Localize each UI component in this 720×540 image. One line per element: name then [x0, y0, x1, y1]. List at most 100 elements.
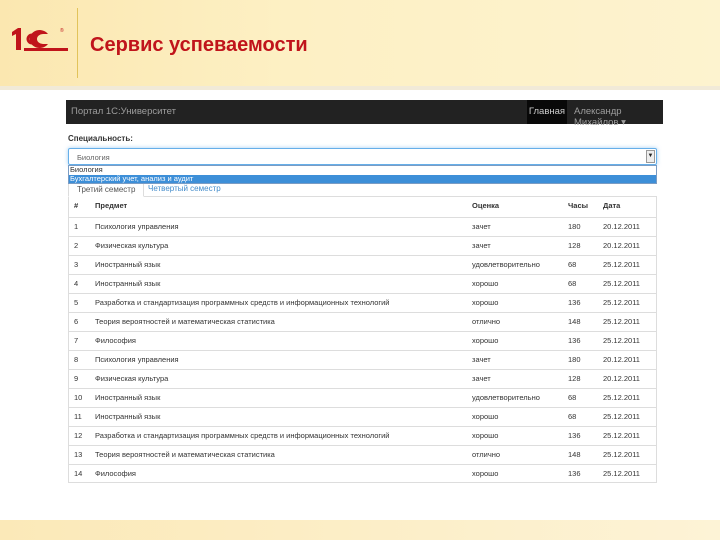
table-row: 6 Теория вероятностей и математическая ст… — [69, 312, 656, 331]
specialty-label: Специальность: — [68, 134, 133, 143]
table-row: 10 Иностранный язык удовлетворительно 68 25.… — [69, 388, 656, 407]
svg-text:®: ® — [60, 27, 64, 34]
cell-subject: Физическая культура — [95, 374, 169, 383]
cell-number: 10 — [74, 393, 83, 402]
header-subject[interactable]: Предмет — [95, 197, 127, 215]
cell-subject: Разработка и стандартизация программных … — [95, 298, 390, 307]
specialty-selected-value: Биология — [77, 153, 110, 162]
navbar: Портал 1С:Университет Главная Александр … — [66, 100, 663, 128]
cell-subject: Иностранный язык — [95, 412, 161, 421]
cell-grade: хорошо — [472, 279, 499, 288]
cell-date: 20.12.2011 — [603, 374, 640, 383]
header-grade[interactable]: Оценка — [472, 197, 499, 215]
cell-grade: зачет — [472, 241, 491, 250]
nav-user-menu[interactable]: Александр Михайлов ▾ — [574, 106, 663, 128]
cell-date: 25.12.2011 — [603, 260, 640, 269]
cell-subject: Физическая культура — [95, 241, 169, 250]
cell-subject: Психология управления — [95, 355, 179, 364]
cell-grade: удовлетворительно — [472, 393, 540, 402]
cell-grade: отлично — [472, 450, 501, 459]
cell-date: 25.12.2011 — [603, 450, 640, 459]
table-row: 5 Разработка и стандартизация программных… — [69, 293, 656, 312]
cell-subject: Иностранный язык — [95, 260, 161, 269]
table-row: 12 Разработка и стандартизация программны… — [69, 426, 656, 445]
cell-grade: хорошо — [472, 431, 499, 440]
cell-grade: отлично — [472, 317, 501, 326]
cell-date: 25.12.2011 — [603, 431, 640, 440]
page-title: Сервис успеваемости — [90, 34, 308, 56]
cell-number: 7 — [74, 336, 79, 345]
dropdown-option-highlighted[interactable]: Бухгалтерский учет, анализ и аудит — [69, 174, 656, 183]
nav-home-link[interactable]: Главная — [527, 100, 567, 124]
header-number: # — [74, 201, 79, 210]
cell-hours: 136 — [568, 298, 581, 307]
cell-hours: 136 — [568, 469, 581, 478]
cell-hours: 68 — [568, 260, 577, 269]
cell-hours: 128 — [568, 241, 581, 250]
cell-hours: 180 — [568, 355, 581, 364]
chevron-down-icon[interactable]: ▼ — [646, 150, 655, 163]
cell-number: 6 — [74, 317, 79, 326]
table-row: 14 Философия хорошо 136 25.12.2011 — [69, 464, 656, 483]
cell-hours: 148 — [568, 317, 581, 326]
table-row: 8 Психология управления зачет 180 20.12.2011 — [69, 350, 656, 369]
specialty-select[interactable]: Биология ▼ — [68, 148, 657, 165]
cell-number: 5 — [74, 298, 79, 307]
cell-number: 8 — [74, 355, 79, 364]
table-row: 1 Психология управления зачет 180 20.12.2011 — [69, 217, 656, 236]
cell-date: 25.12.2011 — [603, 317, 640, 326]
cell-hours: 128 — [568, 374, 581, 383]
cell-subject: Иностранный язык — [95, 393, 161, 402]
cell-hours: 136 — [568, 431, 581, 440]
cell-subject: Иностранный язык — [95, 279, 161, 288]
cell-grade: хорошо — [472, 412, 499, 421]
cell-hours: 68 — [568, 393, 577, 402]
cell-grade: удовлетворительно — [472, 260, 540, 269]
header-divider — [0, 86, 720, 90]
nav-brand[interactable]: Портал 1С:Университет — [71, 106, 176, 117]
cell-date: 25.12.2011 — [603, 393, 640, 402]
cell-date: 25.12.2011 — [603, 412, 640, 421]
cell-hours: 180 — [568, 222, 581, 231]
specialty-dropdown-list: Биология Бухгалтерский учет, анализ и ау… — [68, 165, 657, 184]
cell-grade: хорошо — [472, 336, 499, 345]
cell-number: 12 — [74, 431, 83, 440]
table-row: 9 Физическая культура зачет 128 20.12.2011 — [69, 369, 656, 388]
table-row: 7 Философия хорошо 136 25.12.2011 — [69, 331, 656, 350]
cell-date: 25.12.2011 — [603, 469, 640, 478]
cell-subject: Разработка и стандартизация программных … — [95, 431, 390, 440]
grades-table: # Предмет Оценка Часы Дата 1 Психология у… — [68, 197, 657, 483]
cell-subject: Теория вероятностей и математическая ста… — [95, 450, 275, 459]
cell-grade: хорошо — [472, 298, 499, 307]
header-date[interactable]: Дата — [603, 197, 620, 215]
cell-number: 14 — [74, 469, 83, 478]
header-hours[interactable]: Часы — [568, 197, 588, 215]
cell-hours: 68 — [568, 412, 577, 421]
cell-number: 1 — [74, 222, 79, 231]
cell-subject: Философия — [95, 336, 136, 345]
cell-number: 3 — [74, 260, 79, 269]
cell-date: 25.12.2011 — [603, 336, 640, 345]
cell-number: 13 — [74, 450, 83, 459]
cell-number: 9 — [74, 374, 79, 383]
header-separator — [77, 8, 78, 78]
table-row: 2 Физическая культура зачет 128 20.12.2011 — [69, 236, 656, 255]
cell-date: 20.12.2011 — [603, 222, 640, 231]
cell-number: 2 — [74, 241, 79, 250]
cell-grade: зачет — [472, 222, 491, 231]
cell-number: 11 — [74, 412, 82, 421]
table-row: 4 Иностранный язык хорошо 68 25.12.2011 — [69, 274, 656, 293]
cell-grade: зачет — [472, 374, 491, 383]
cell-hours: 136 — [568, 336, 581, 345]
cell-date: 25.12.2011 — [603, 298, 640, 307]
cell-date: 20.12.2011 — [603, 241, 640, 250]
table-row: 3 Иностранный язык удовлетворительно 68 25.1… — [69, 255, 656, 274]
cell-grade: хорошо — [472, 469, 499, 478]
table-header-row: # Предмет Оценка Часы Дата — [69, 197, 656, 217]
cell-subject: Философия — [95, 469, 136, 478]
cell-date: 20.12.2011 — [603, 355, 640, 364]
cell-hours: 148 — [568, 450, 581, 459]
cell-number: 4 — [74, 279, 79, 288]
cell-subject: Психология управления — [95, 222, 179, 231]
cell-subject: Теория вероятностей и математическая ста… — [95, 317, 275, 326]
